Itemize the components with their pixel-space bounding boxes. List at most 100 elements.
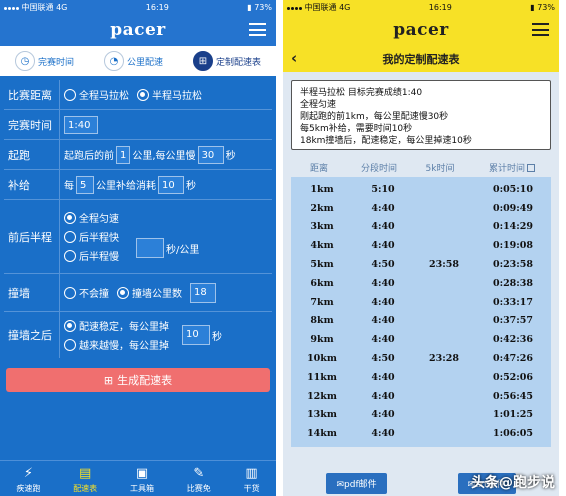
app-title: pacer [110,20,166,40]
tabbar-label: 工具箱 [129,484,154,493]
table-cell: 4:40 [371,277,395,289]
radio-label: 配速稳定，每公里掉 [79,322,169,333]
plan-summary: 半程马拉松 目标完赛成绩1:40 全程匀速 刚起跑的前1km，每公里配速慢30秒… [291,80,551,150]
radio-no-wall[interactable]: 不会撞 [64,285,109,300]
carrier: 中国联通 [21,2,54,12]
summary-line: 18km撞墙后，配速稳定，每公里掉速10秒 [300,136,472,146]
table-row: 6km 4:40 0:28:38 [291,274,551,293]
table-cell: 0:56:45 [492,390,534,402]
wall-km-input[interactable]: 18 [190,282,216,303]
radio-second-half-slower[interactable]: 后半程慢 [64,248,119,263]
tabbar-item-tips[interactable]: ▥ 干货 [244,466,260,494]
radio-half-marathon[interactable]: 半程马拉松 [137,87,202,102]
mail-icon: ✉ [336,479,345,490]
table-cell: 23:28 [429,353,459,365]
tabbar-item-races[interactable]: ✎ 比赛免 [187,466,211,494]
menu-icon[interactable] [249,23,266,36]
column-cumulative-time: 累计时间 [488,163,525,174]
supply-km-input[interactable]: 5 [76,175,94,194]
start-text: 公里,每公里慢 [132,151,196,162]
table-cell: 4:50 [371,259,395,271]
table-row: 11km 4:40 0:52:06 [291,368,551,387]
table-cell: 4:40 [371,428,395,440]
clock-icon: ◷ [14,51,35,71]
divider [276,0,283,496]
table-cell: 0:42:36 [492,334,534,346]
start-km-input[interactable]: 1 [116,145,131,164]
pace-table[interactable]: 1km 5:10 0:05:10 2km 4:40 0:09:49 3km 4:40 0:14:… [291,177,551,447]
radio-second-half-faster[interactable]: 后半程快 [64,229,119,244]
tabbar-item-sprint[interactable]: ⚡ 疾速跑 [16,466,40,494]
tab-finish-time[interactable]: ◷ 完赛时间 [14,51,74,71]
radio-label: 半程马拉松 [152,91,202,102]
radio-full-marathon[interactable]: 全程马拉松 [64,87,129,102]
table-row: 14km 4:40 1:06:05 [291,424,551,443]
pdf-mail-button[interactable]: ✉pdf邮件 [326,472,387,494]
start-label: 起跑 [4,140,60,169]
table-cell: 5:10 [371,183,395,195]
radio-label: 越来越慢，每公里掉 [79,341,169,352]
table-cell: 0:05:10 [492,183,534,195]
table-icon: ⊞ [192,51,213,71]
radio-label: 撞墙公里数 [132,289,182,300]
tabbar-label: 配速表 [73,484,98,493]
table-cell: 3km [310,221,334,233]
table-cell: 0:09:49 [492,202,534,214]
table-cell: 0:14:29 [492,221,534,233]
menu-icon[interactable] [532,23,549,36]
tabbar-label: 比赛免 [186,484,211,493]
table-cell: 14km [307,428,337,440]
tabbar-item-pace-table[interactable]: ▤ 配速表 [73,466,97,494]
finish-time-input[interactable]: 1:40 [64,115,98,134]
table-cell: 12km [307,390,337,402]
button-label: 生成配速表 [117,374,173,387]
radio-pace-stable[interactable]: 配速稳定，每公里掉 [64,318,169,333]
supply-seconds-input[interactable]: 10 [158,175,184,194]
table-row: 5km 4:50 23:58 0:23:58 [291,255,551,274]
pace-form: 比赛距离 全程马拉松 半程马拉松 完赛时间 1:40 起跑 起跑后的前 1 公里… [0,76,276,358]
generate-pace-table-button[interactable]: ⊞ 生成配速表 [6,368,270,392]
button-label: pdf邮件 [344,479,377,490]
unit-label: 秒 [186,181,196,192]
table-cell: 7km [310,296,334,308]
tabbar-item-toolbox[interactable]: ▣ 工具箱 [130,466,154,494]
supply-text: 每 [64,181,74,192]
table-cell: 4:40 [371,296,395,308]
speedometer-icon: ◔ [103,51,124,71]
split-seconds-input[interactable] [136,238,164,258]
table-cell: 4:40 [371,390,395,402]
clock: 16:19 [428,2,452,12]
table-cell: 8km [310,315,334,327]
battery-level: 73% [254,2,272,12]
table-cell: 5km [310,259,334,271]
row-start: 起跑 起跑后的前 1 公里,每公里慢 30 秒 [4,140,272,170]
back-arrow-icon[interactable]: ‹ [291,49,297,67]
calendar-icon[interactable] [527,164,535,172]
after-wall-seconds-input[interactable]: 10 [182,325,210,345]
row-distance: 比赛距离 全程马拉松 半程马拉松 [4,80,272,110]
table-cell: 4:40 [371,221,395,233]
radio-slower-and-slower[interactable]: 越来越慢，每公里掉 [64,337,169,352]
table-cell: 0:19:08 [492,240,534,252]
table-row: 8km 4:40 0:37:57 [291,312,551,331]
supply-text: 公里补给消耗 [96,181,156,192]
tab-custom-pace-table[interactable]: ⊞ 定制配速表 [192,51,261,71]
bolt-icon: ⚡ [23,466,33,481]
table-cell: 0:33:17 [492,296,534,308]
unit-label: 秒 [212,331,222,343]
bottom-tab-bar: ⚡ 疾速跑 ▤ 配速表 ▣ 工具箱 ✎ 比赛免 ▥ 干货 [0,460,276,496]
table-cell: 2km [310,202,334,214]
page-title: 我的定制配速表 [382,53,460,66]
radio-even-pace[interactable]: 全程匀速 [64,210,119,225]
table-cell: 6km [310,277,334,289]
right-screen: 中国联通 4G 16:19 ▮ 73% pacer ‹ 我的定制配速表 半程马拉… [283,0,559,496]
table-row: 7km 4:40 0:33:17 [291,293,551,312]
tab-km-pace[interactable]: ◔ 公里配速 [103,51,163,71]
radio-label: 全程马拉松 [79,91,129,102]
summary-line: 半程马拉松 目标完赛成绩1:40 [300,88,423,98]
table-cell: 1:06:05 [492,428,534,440]
radio-wall-km[interactable]: 撞墙公里数 [117,285,182,300]
table-cell: 4:40 [371,371,395,383]
tab-label: 公里配速 [126,57,163,68]
start-seconds-input[interactable]: 30 [197,145,224,164]
